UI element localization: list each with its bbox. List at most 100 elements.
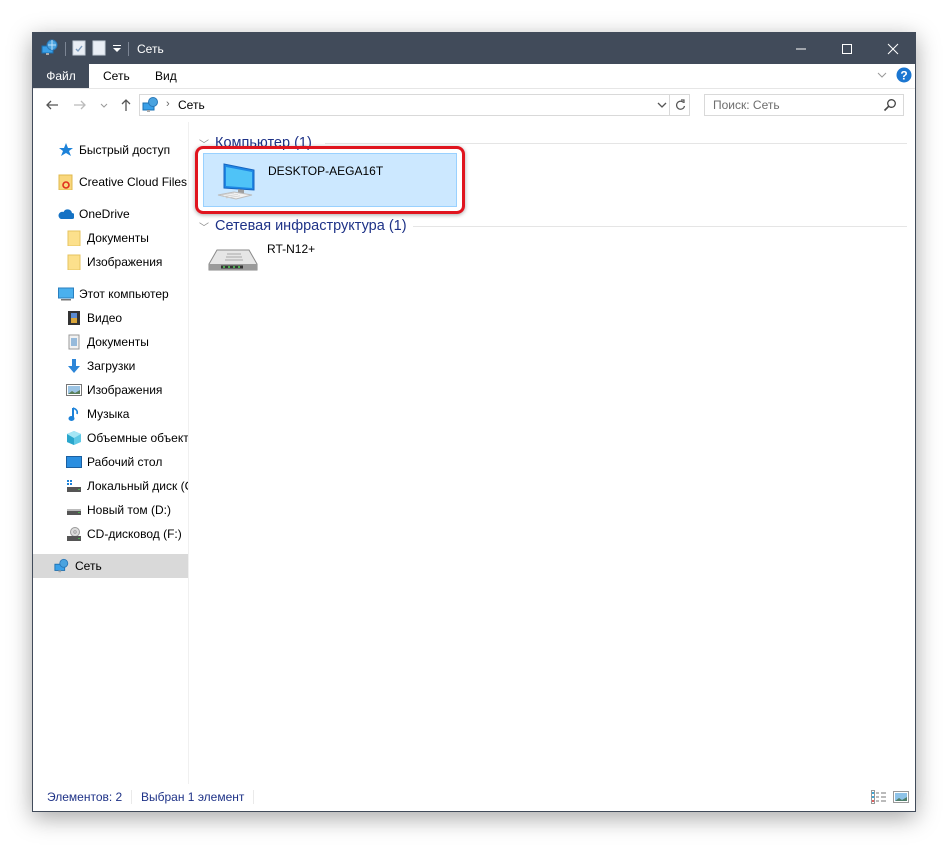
navigation-pane: Быстрый доступ Creative Cloud Files OneD… bbox=[33, 122, 188, 782]
sidebar-item-label: Сеть bbox=[75, 559, 102, 573]
sidebar-item-label: Загрузки bbox=[87, 359, 136, 373]
tab-network[interactable]: Сеть bbox=[89, 64, 144, 88]
sidebar-item-label: Изображения bbox=[87, 383, 163, 397]
expand-ribbon-icon[interactable] bbox=[876, 69, 888, 84]
file-explorer-window: Сеть Файл Сеть Вид ? › Сеть Поиск: Сеть … bbox=[32, 32, 916, 812]
sidebar-item-label: Документы bbox=[87, 335, 149, 349]
tab-view[interactable]: Вид bbox=[141, 64, 191, 88]
address-dropdown-button[interactable] bbox=[655, 98, 669, 112]
chevron-down-icon bbox=[100, 103, 108, 108]
sidebar-item-label: Быстрый доступ bbox=[79, 143, 171, 157]
address-bar[interactable]: › Сеть bbox=[139, 94, 690, 116]
sidebar-item-3d-objects[interactable]: Объемные объекты bbox=[33, 426, 188, 450]
network-app-icon bbox=[41, 39, 59, 60]
refresh-icon bbox=[675, 99, 685, 110]
system-drive-icon bbox=[66, 478, 82, 494]
breadcrumb-network[interactable]: Сеть bbox=[178, 98, 205, 112]
computer-icon bbox=[216, 158, 260, 205]
desktop-icon bbox=[66, 454, 82, 470]
svg-text:?: ? bbox=[900, 69, 907, 83]
search-input[interactable] bbox=[705, 95, 883, 115]
network-item-router[interactable]: RT-N12+ bbox=[203, 236, 457, 290]
details-view-button[interactable] bbox=[870, 789, 888, 805]
chevron-down-icon: ﹀ bbox=[199, 139, 209, 151]
help-icon[interactable]: ? bbox=[896, 67, 912, 86]
group-header-computers[interactable]: ﹀ Компьютер (1) bbox=[199, 134, 907, 152]
tab-file[interactable]: Файл bbox=[33, 64, 89, 88]
creative-cloud-folder-icon bbox=[58, 174, 74, 190]
item-count: Элементов: 2 bbox=[47, 790, 123, 804]
chevron-down-icon: ﹀ bbox=[199, 222, 209, 234]
sidebar-item-onedrive-pictures[interactable]: Изображения bbox=[33, 250, 188, 274]
back-button[interactable] bbox=[43, 96, 61, 114]
sidebar-item-label: Документы bbox=[87, 231, 149, 245]
group-title: Компьютер (1) bbox=[215, 135, 312, 151]
drive-icon bbox=[66, 502, 82, 518]
up-arrow-icon bbox=[121, 99, 131, 111]
forward-button[interactable] bbox=[71, 96, 89, 114]
network-icon bbox=[142, 97, 160, 116]
3d-objects-icon bbox=[66, 430, 82, 446]
video-icon bbox=[66, 310, 82, 326]
search-box[interactable] bbox=[704, 94, 904, 116]
sidebar-item-onedrive[interactable]: OneDrive bbox=[33, 202, 188, 226]
customize-toolbar-icon[interactable] bbox=[112, 42, 122, 56]
item-name: DESKTOP-AEGA16T bbox=[268, 164, 384, 178]
search-icon[interactable] bbox=[883, 98, 897, 115]
title-bar: Сеть bbox=[33, 33, 915, 64]
sidebar-item-label: Этот компьютер bbox=[79, 287, 169, 301]
sidebar-item-network[interactable]: Сеть bbox=[33, 554, 188, 578]
new-folder-icon[interactable] bbox=[92, 40, 106, 59]
group-divider bbox=[413, 226, 907, 227]
sidebar-item-creative-cloud[interactable]: Creative Cloud Files bbox=[33, 170, 188, 194]
sidebar-item-downloads[interactable]: Загрузки bbox=[33, 354, 188, 378]
sidebar-item-label: Изображения bbox=[87, 255, 163, 269]
sidebar-item-pictures[interactable]: Изображения bbox=[33, 378, 188, 402]
forward-arrow-icon bbox=[74, 100, 86, 110]
sidebar-item-onedrive-documents[interactable]: Документы bbox=[33, 226, 188, 250]
network-item-desktop[interactable]: DESKTOP-AEGA16T bbox=[203, 153, 457, 207]
star-icon bbox=[58, 142, 74, 158]
sidebar-item-documents[interactable]: Документы bbox=[33, 330, 188, 354]
download-icon bbox=[66, 358, 82, 374]
properties-icon[interactable] bbox=[72, 40, 86, 59]
sidebar-item-drive-c[interactable]: Локальный диск (C:) bbox=[33, 474, 188, 498]
up-button[interactable] bbox=[117, 96, 135, 114]
refresh-button[interactable] bbox=[669, 95, 689, 115]
minimize-button[interactable] bbox=[778, 33, 824, 64]
pictures-icon bbox=[66, 382, 82, 398]
sidebar-item-cd-drive[interactable]: CD-дисковод (F:) bbox=[33, 522, 188, 546]
navigation-bar: › Сеть bbox=[33, 88, 915, 123]
network-icon bbox=[54, 558, 70, 574]
sidebar-item-label: Объемные объекты bbox=[87, 431, 188, 445]
recent-locations-button[interactable] bbox=[95, 96, 113, 114]
ribbon: Файл Сеть Вид ? bbox=[33, 64, 915, 88]
toolbar-separator bbox=[65, 42, 66, 56]
cloud-icon bbox=[58, 206, 74, 222]
computer-icon bbox=[58, 286, 74, 302]
breadcrumb-separator-icon: › bbox=[166, 98, 170, 110]
music-icon bbox=[66, 406, 82, 422]
toolbar-separator bbox=[128, 42, 129, 56]
sidebar-item-videos[interactable]: Видео bbox=[33, 306, 188, 330]
sidebar-item-this-pc[interactable]: Этот компьютер bbox=[33, 282, 188, 306]
group-header-network-infrastructure[interactable]: ﹀ Сетевая инфраструктура (1) bbox=[199, 217, 907, 235]
sidebar-item-desktop[interactable]: Рабочий стол bbox=[33, 450, 188, 474]
item-name: RT-N12+ bbox=[267, 242, 316, 256]
sidebar-item-drive-d[interactable]: Новый том (D:) bbox=[33, 498, 188, 522]
maximize-button[interactable] bbox=[824, 33, 870, 64]
close-button[interactable] bbox=[870, 33, 916, 64]
router-icon bbox=[207, 246, 259, 279]
quick-access-toolbar: Сеть bbox=[41, 39, 164, 59]
group-divider bbox=[325, 143, 907, 144]
sidebar-item-label: CD-дисковод (F:) bbox=[87, 527, 182, 541]
sidebar-item-label: Новый том (D:) bbox=[87, 503, 171, 517]
status-separator bbox=[253, 790, 254, 804]
large-icons-view-button[interactable] bbox=[892, 789, 910, 805]
content-pane: ﹀ Компьютер (1) DESKTOP-AEGA16T ﹀ Сетева… bbox=[189, 122, 915, 782]
minimize-icon bbox=[796, 48, 806, 49]
sidebar-item-quick-access[interactable]: Быстрый доступ bbox=[33, 138, 188, 162]
sidebar-item-music[interactable]: Музыка bbox=[33, 402, 188, 426]
sidebar-item-label: Музыка bbox=[87, 407, 130, 421]
selection-count: Выбран 1 элемент bbox=[141, 790, 245, 804]
